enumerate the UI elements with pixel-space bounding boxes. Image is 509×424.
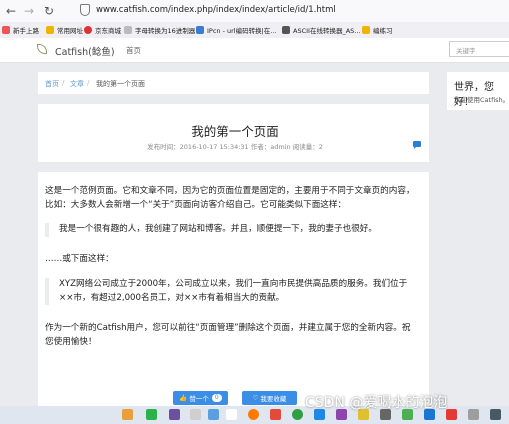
breadcrumb-category[interactable]: 文章 (70, 79, 84, 89)
article-meta: 发布时间：2016-10-17 15:34:31 作者：admin 阅读量：2 (147, 143, 323, 151)
page-icon (124, 26, 132, 34)
page-icon (196, 26, 204, 34)
thumbs-up-icon: 👍 (179, 394, 188, 402)
breadcrumb-separator: / (87, 79, 90, 87)
bookmark-item[interactable]: 新手上路 (2, 25, 39, 35)
bookmark-item[interactable]: 常用网址 (46, 25, 83, 35)
url-field[interactable]: www.catfish.com/index.php/index/index/ar… (96, 5, 336, 15)
article-paragraph: ……或下面这样： (45, 254, 114, 264)
sidebar-text: 欢迎使用Catfish。 (454, 96, 509, 104)
file-explorer-icon[interactable] (122, 409, 133, 420)
article-paragraph: 作为一个新的Catfish用户，您可以前往“页面管理”删除这个页面，并建立属于您… (45, 323, 411, 347)
app-icon[interactable] (169, 409, 180, 420)
breadcrumb-separator: / (62, 79, 65, 87)
folder-icon (46, 26, 54, 34)
app-icon[interactable] (468, 409, 479, 420)
breadcrumb-current: 我的第一个页面 (96, 80, 145, 88)
bookmark-item[interactable]: 京东商城 (84, 25, 121, 35)
breadcrumb-home[interactable]: 首页 (45, 79, 59, 89)
article-quote: 我是一个很有趣的人，我创建了网站和博客。并且，顺便提一下，我的妻子也很好。 (45, 223, 415, 237)
heart-icon: ♡ (252, 394, 259, 402)
app-icon[interactable] (190, 409, 201, 420)
article-quote: XYZ网络公司成立于2000年，公司成立以来，我们一直向市民提供高品质的服务。我… (45, 278, 415, 305)
forward-arrow-icon[interactable]: → (24, 4, 34, 18)
bookmark-item[interactable]: IPcn - url编码转换|在... (196, 25, 277, 35)
bookmark-icon (2, 26, 10, 34)
nav-home-link[interactable]: 首页 (126, 45, 141, 56)
reload-icon[interactable]: ↻ (44, 4, 54, 18)
bookmark-item[interactable]: ASCII在线转换器_AS... (282, 25, 360, 35)
favorite-label: 我要收藏 (260, 395, 287, 403)
csdn-watermark: CSDN @爱喝水的泡泡 (305, 395, 448, 411)
app-icon[interactable] (208, 409, 219, 420)
app-icon[interactable] (490, 409, 501, 420)
comment-icon[interactable] (413, 141, 421, 149)
like-label: 赞一个 (189, 395, 209, 403)
page-title: 我的第一个页面 (191, 124, 279, 139)
favorite-button[interactable]: ♡ 我要收藏 (242, 391, 297, 405)
page-icon (282, 26, 290, 34)
like-count-badge: 0 (211, 394, 222, 402)
app-icon[interactable] (446, 409, 457, 420)
site-brand[interactable]: Catfish(鲶鱼) (55, 44, 115, 58)
shield-icon (80, 4, 90, 16)
like-button[interactable]: 👍 赞一个 0 (173, 391, 228, 405)
bookmark-item[interactable]: 编练习 (362, 25, 393, 35)
wechat-icon[interactable] (146, 409, 157, 420)
jd-icon (84, 26, 92, 34)
back-arrow-icon[interactable]: ← (6, 4, 16, 18)
app-icon[interactable] (270, 409, 281, 420)
firefox-icon[interactable] (248, 409, 259, 420)
article-paragraph: 这是一个范例页面。它和文章不同，因为它的页面位置是固定的，主要用于不同于文章页的… (45, 186, 415, 210)
folder-icon (362, 26, 370, 34)
chrome-icon[interactable] (292, 409, 303, 420)
bookmark-item[interactable]: 字母转换为16进制器 (124, 25, 195, 35)
typora-icon[interactable] (226, 409, 237, 420)
search-input[interactable]: 关键字 (449, 41, 509, 57)
